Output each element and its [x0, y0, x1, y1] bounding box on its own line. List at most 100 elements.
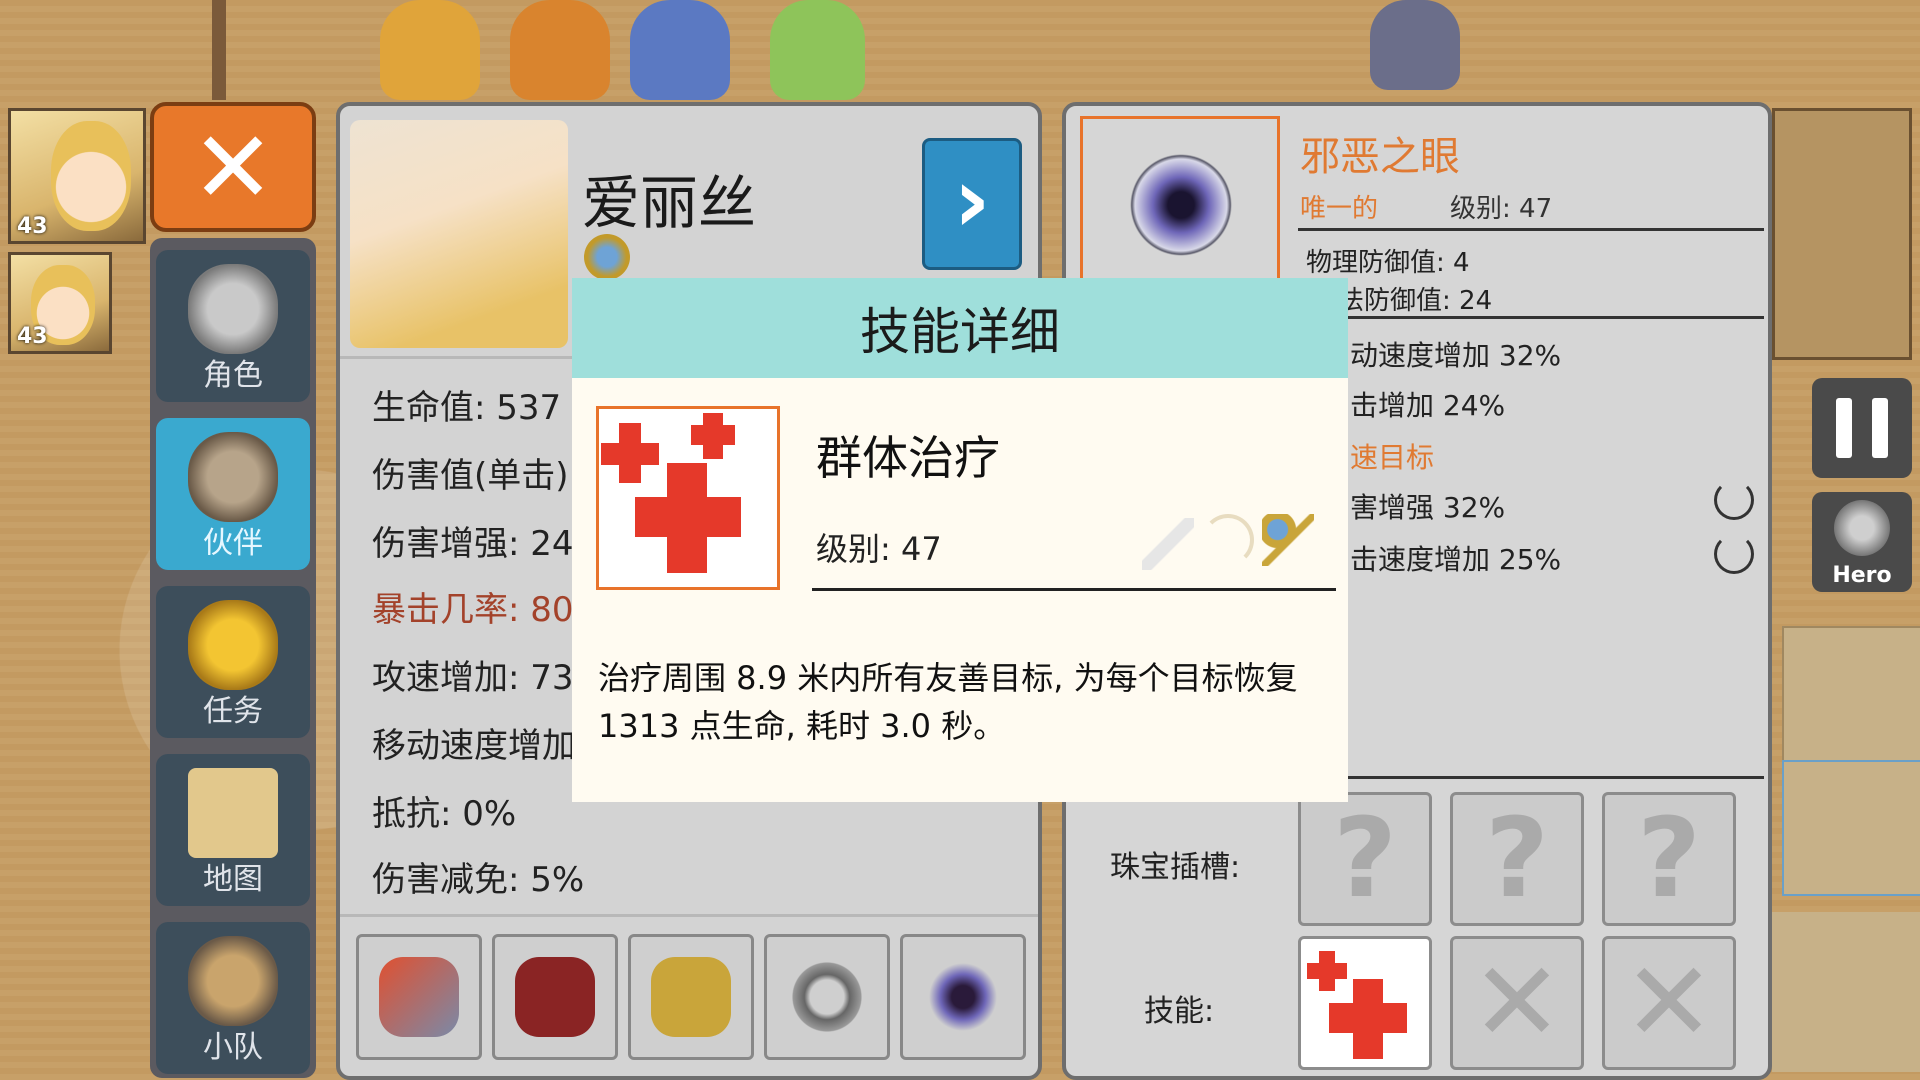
menu-item-party[interactable]: 小队 [156, 922, 310, 1074]
item-magic-def: 法防御值: 24 [1338, 286, 1493, 316]
portrait-face [51, 121, 131, 231]
hero-label: Hero [1832, 563, 1892, 588]
bracer-icon [651, 957, 731, 1037]
stat-damage-boost: 伤害增强: 24 [372, 524, 574, 564]
item-bonus: 动速度增加 32% [1350, 339, 1562, 372]
menu-item-map[interactable]: 地图 [156, 754, 310, 906]
close-icon: ✕ [191, 108, 275, 226]
equip-slot-ring[interactable] [764, 934, 890, 1060]
npc-sprite [380, 0, 480, 100]
evil-eye-icon [1123, 147, 1239, 263]
item-level: 级别: 47 [1450, 194, 1553, 224]
gem-slot[interactable]: ? [1602, 792, 1736, 926]
equip-slot-weapon[interactable] [356, 934, 482, 1060]
cross-shape [601, 443, 659, 465]
party-level: 43 [17, 324, 48, 349]
weapon-slot-bow[interactable] [1782, 626, 1920, 762]
stat-resist: 抵抗: 0% [372, 794, 517, 834]
equip-slot-amulet[interactable] [900, 934, 1026, 1060]
dialog-header: 技能详细 [572, 278, 1348, 378]
hero-button[interactable]: Hero [1812, 492, 1912, 592]
dialog-title: 技能详细 [860, 303, 1060, 361]
wizard-sprite [1370, 0, 1460, 90]
right-hud: Hero [1772, 100, 1920, 1080]
skill-slot-locked[interactable]: ✕ [1450, 936, 1584, 1070]
skill-name: 群体治疗 [816, 431, 1000, 485]
stat-damage: 伤害值(单击) [372, 456, 569, 496]
skill-slot-locked[interactable]: ✕ [1602, 936, 1736, 1070]
party-portrait[interactable]: 43 [8, 252, 112, 354]
skills-label: 技能: [1144, 994, 1215, 1029]
divider [1298, 776, 1764, 779]
cross-shape [1329, 1003, 1407, 1033]
equip-slot-armor[interactable] [492, 934, 618, 1060]
gem-slot[interactable]: ? [1450, 792, 1584, 926]
item-phys-def: 物理防御值: 4 [1306, 248, 1470, 278]
skill-level: 级别: 47 [816, 530, 942, 568]
mass-heal-icon [1301, 939, 1429, 1067]
horned-helmet-icon [188, 432, 278, 522]
bow-icon [1202, 514, 1254, 566]
weapon-slot-crossbow[interactable] [1772, 912, 1920, 1072]
divider [1298, 228, 1764, 231]
stat-crit: 暴击几率: 80 [372, 590, 574, 630]
refresh-icon[interactable] [1714, 534, 1754, 574]
npc-sprite [510, 0, 610, 100]
stat-move-speed: 移动速度增加 [372, 726, 576, 766]
pause-icon [1836, 398, 1852, 458]
menu-item-character[interactable]: 角色 [156, 250, 310, 402]
trophy-icon [188, 600, 278, 690]
skill-description: 治疗周围 8.9 米内所有友善目标, 为每个目标恢复 1313 点生命, 耗时 … [598, 659, 1298, 745]
item-rarity: 唯一的 [1300, 194, 1379, 224]
minimap[interactable] [1772, 108, 1912, 360]
menu-item-companion[interactable]: 伙伴 [156, 418, 310, 570]
character-portrait [350, 120, 568, 348]
helmet-icon [1834, 500, 1890, 556]
evil-eye-icon [923, 957, 1003, 1037]
gem-slot[interactable]: ? [1298, 792, 1432, 926]
cross-shape [691, 425, 735, 445]
party-level: 43 [17, 214, 48, 239]
ring-icon [787, 957, 867, 1037]
item-bonus-special: 速目标 [1350, 441, 1435, 474]
npc-sprite [770, 0, 865, 100]
fence-post [212, 0, 226, 100]
menu-item-quests[interactable]: 任务 [156, 586, 310, 738]
skill-detail-dialog: 技能详细 群体治疗 级别: 47 治疗周围 8.9 米内所有友善目标, 为每个目… [572, 278, 1348, 802]
menu-item-label: 小队 [203, 1030, 263, 1065]
gem-slots-label: 珠宝插槽: [1110, 850, 1241, 885]
staff-icon [1262, 514, 1314, 566]
cross-shape [635, 497, 741, 537]
menu-item-label: 角色 [203, 358, 263, 393]
side-menu: 角色 伙伴 任务 地图 小队 [150, 238, 316, 1078]
stat-hp: 生命值: 537 / [372, 388, 584, 428]
class-icon [584, 234, 630, 280]
stat-damage-reduction: 伤害减免: 5% [372, 860, 585, 900]
mass-heal-icon [596, 406, 780, 590]
character-name: 爱丽丝 [582, 169, 757, 237]
pause-button[interactable] [1812, 378, 1912, 478]
refresh-icon[interactable] [1714, 480, 1754, 520]
staff-icon [379, 957, 459, 1037]
item-name: 邪恶之眼 [1300, 134, 1460, 180]
armor-icon [515, 957, 595, 1037]
divider [1298, 316, 1764, 319]
menu-item-label: 地图 [203, 862, 263, 897]
chevron-right-icon: › [953, 148, 991, 253]
item-bonus: 害增强 32% [1350, 491, 1506, 524]
party-portrait[interactable]: 43 [8, 108, 146, 244]
item-bonus: 击速度增加 25% [1350, 543, 1562, 576]
weapon-slot-sword[interactable] [1782, 760, 1920, 896]
next-character-button[interactable]: › [922, 138, 1022, 270]
close-button[interactable]: ✕ [150, 102, 316, 232]
sword-icon [1142, 518, 1194, 570]
skill-slot-heal[interactable] [1298, 936, 1432, 1070]
equip-slot-bracer[interactable] [628, 934, 754, 1060]
cross-shape [1307, 963, 1347, 979]
party-icon [188, 936, 278, 1026]
menu-item-label: 伙伴 [203, 526, 263, 561]
stat-attack-speed: 攻速增加: 73 [372, 658, 574, 698]
divider [340, 914, 1038, 917]
item-bonus: 击增加 24% [1350, 389, 1506, 422]
helmet-icon [188, 264, 278, 354]
